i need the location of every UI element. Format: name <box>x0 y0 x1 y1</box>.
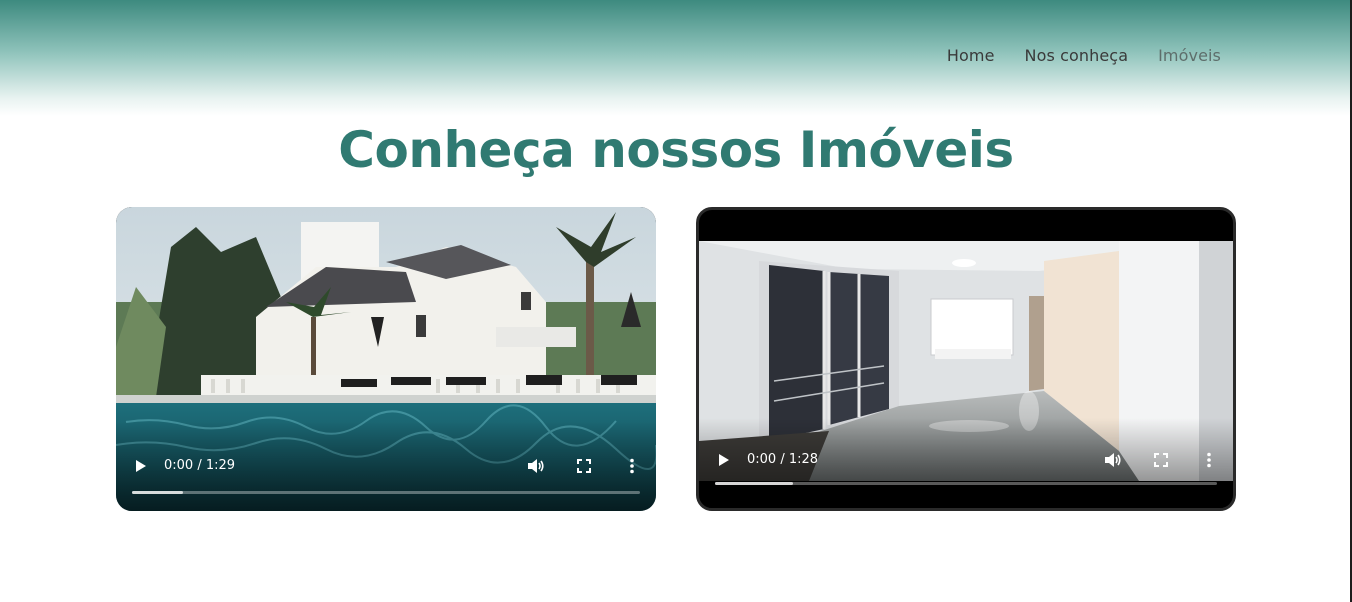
progress-bar[interactable] <box>132 491 640 494</box>
progress-bar[interactable] <box>715 482 1217 485</box>
more-options-icon[interactable] <box>1205 452 1213 468</box>
nav-link-nos-conheca[interactable]: Nos conheça <box>1025 46 1129 65</box>
fullscreen-icon[interactable] <box>1154 453 1168 467</box>
video-time: 0:00 / 1:29 <box>164 458 236 473</box>
buffered-bar <box>132 491 183 494</box>
page-title: Conheça nossos Imóveis <box>338 121 1014 179</box>
video-player-1[interactable]: 0:00 / 1:29 <box>116 207 656 511</box>
main-nav: Home Nos conheça Imóveis <box>947 46 1221 65</box>
video-player-2[interactable]: 0:00 / 1:28 <box>696 207 1236 511</box>
video-controls: 0:00 / 1:28 <box>699 438 1233 508</box>
volume-icon[interactable] <box>1104 452 1122 468</box>
buffered-bar <box>715 482 793 485</box>
nav-link-home[interactable]: Home <box>947 46 995 65</box>
site-header: Home Nos conheça Imóveis <box>0 0 1352 116</box>
video-time: 0:00 / 1:28 <box>747 452 819 467</box>
play-icon[interactable] <box>134 459 148 473</box>
video-controls: 0:00 / 1:29 <box>116 441 656 511</box>
play-icon[interactable] <box>717 453 731 467</box>
fullscreen-icon[interactable] <box>577 459 591 473</box>
volume-icon[interactable] <box>527 458 545 474</box>
nav-link-imoveis[interactable]: Imóveis <box>1158 46 1221 65</box>
more-options-icon[interactable] <box>628 458 636 474</box>
